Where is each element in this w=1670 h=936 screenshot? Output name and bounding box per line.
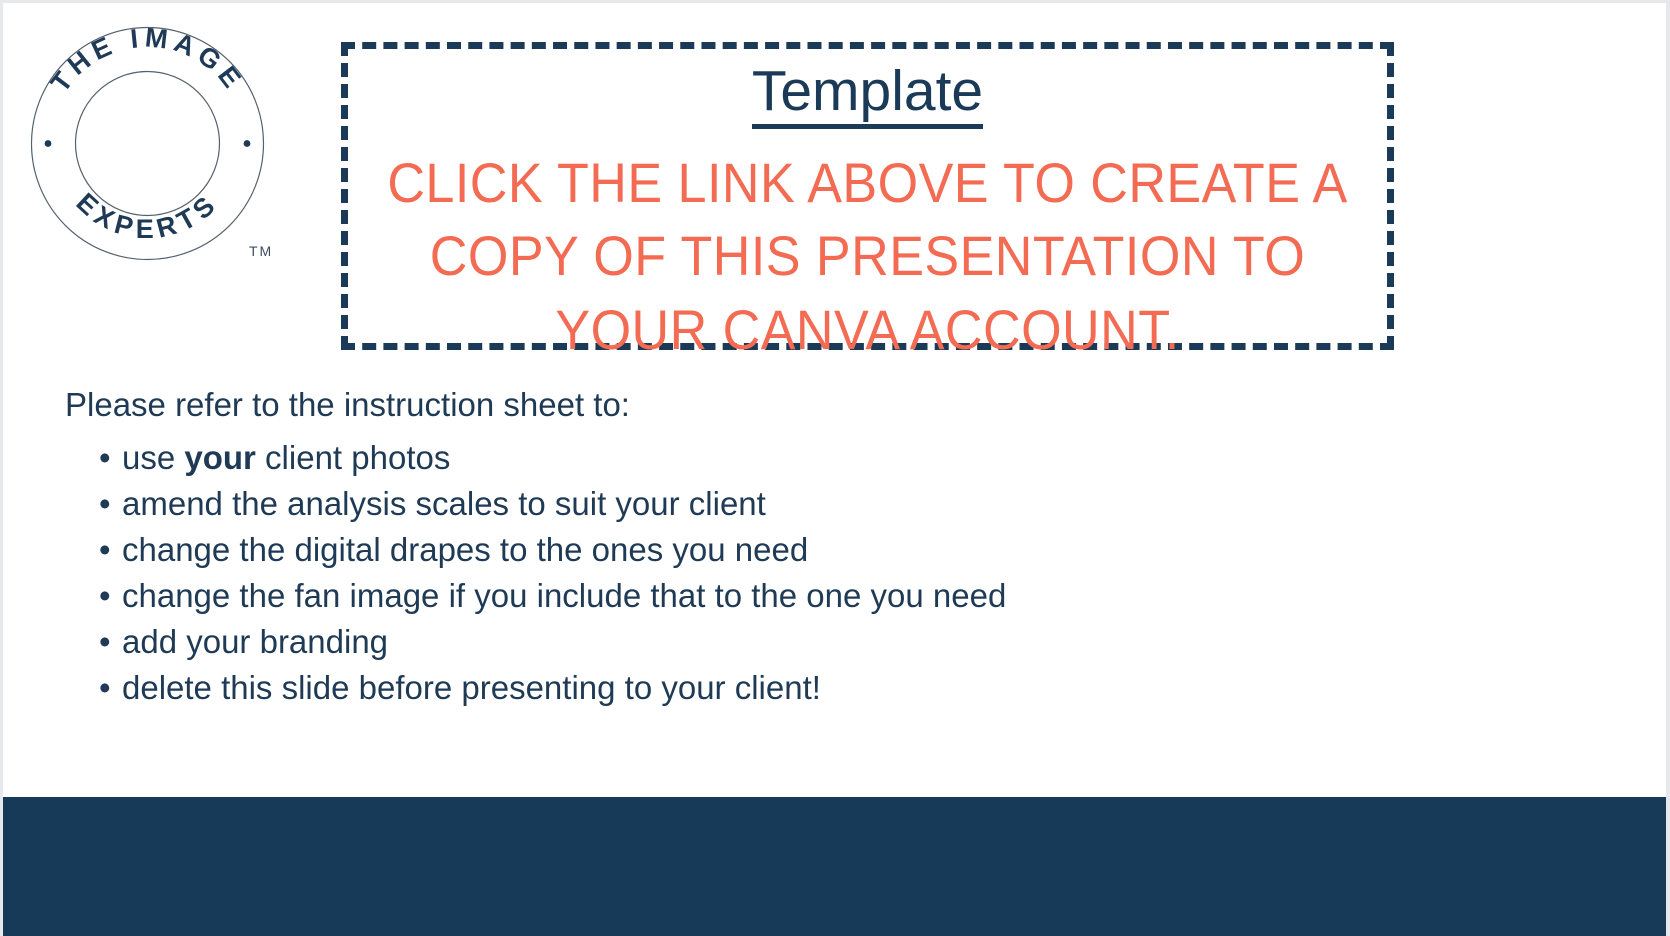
instruction-item-label: use your client photos [122,439,451,476]
slide-canvas: THE IMAGE EXPERTS TM Template CLICK THE … [3,3,1666,936]
svg-text:EXPERTS: EXPERTS [71,187,225,244]
instruction-item-label: amend the analysis scales to suit your c… [122,485,766,523]
instruction-item: • add your branding [99,619,1465,665]
template-callout-message: CLICK THE LINK ABOVE TO CREATE A COPY OF… [387,150,1348,362]
instruction-item: • change the fan image if you include tha… [99,573,1465,619]
svg-text:THE IMAGE: THE IMAGE [45,22,250,97]
logo-right-dot [243,140,251,147]
instructions-block: Please refer to the instruction sheet to… [65,388,1465,711]
trademark-mark: TM [249,243,274,259]
logo-bottom-arc-text: EXPERTS [71,187,219,244]
instruction-item-label: change the fan image if you include that… [122,577,1007,615]
bullet-dot-icon: • [99,531,111,569]
brand-logo: THE IMAGE EXPERTS TM [25,21,274,266]
bullet-dot-icon: • [99,577,111,615]
instructions-list: • use your client photos • amend the analys… [65,435,1465,711]
instructions-heading: Please refer to the instruction sheet to… [65,386,630,423]
bullet-dot-icon: • [99,623,111,661]
instruction-item-emphasis: your [184,439,256,476]
instruction-item-label: change the digital drapes to the ones yo… [122,531,809,569]
instruction-item-label: add your branding [122,623,389,661]
instruction-item: • delete this slide before presenting to … [99,665,1465,711]
instruction-item-label: delete this slide before presenting to y… [122,669,821,707]
footer-band [3,797,1666,936]
template-link[interactable]: Template [751,60,984,129]
bullet-dot-icon: • [99,669,111,707]
logo-top-arc-text: THE IMAGE [45,22,245,97]
bullet-dot-icon: • [99,439,111,476]
slide-root: THE IMAGE EXPERTS TM Template CLICK THE … [0,0,1670,936]
instruction-item: • amend the analysis scales to suit your … [99,481,1465,527]
logo-left-dot [44,140,52,147]
instruction-item: • use your client photos [99,435,1465,481]
template-callout-content: Template CLICK THE LINK ABOVE TO CREATE … [348,49,1387,361]
instruction-item: • change the digital drapes to the ones y… [99,527,1465,573]
bullet-dot-icon: • [99,485,111,523]
template-callout-box: Template CLICK THE LINK ABOVE TO CREATE … [341,42,1394,361]
